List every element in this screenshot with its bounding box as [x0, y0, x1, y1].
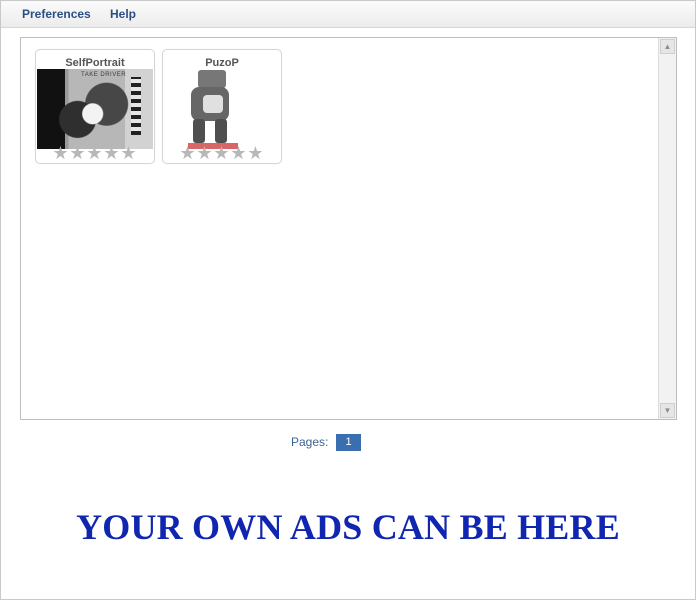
gallery-item-title: SelfPortrait: [65, 57, 125, 69]
image-text: TAKE DRIVER: [81, 72, 127, 78]
page-button[interactable]: 1: [336, 434, 361, 451]
robot-head: [198, 70, 226, 88]
robot-leg: [193, 119, 205, 143]
vertical-scrollbar[interactable]: ▲ ▼: [658, 38, 676, 419]
gallery-viewer: SelfPortrait TAKE DRIVER ★★★★★ PuzoP ★★★…: [20, 37, 677, 420]
star-icon[interactable]: ★: [179, 144, 196, 162]
menu-help[interactable]: Help: [110, 7, 136, 21]
scroll-down-icon[interactable]: ▼: [660, 403, 675, 418]
star-icon[interactable]: ★: [69, 144, 86, 162]
ad-banner: YOUR OWN ADS CAN BE HERE: [76, 507, 620, 547]
gallery-item[interactable]: SelfPortrait TAKE DRIVER ★★★★★: [35, 49, 155, 164]
gallery-item-title: PuzoP: [205, 57, 239, 69]
star-icon[interactable]: ★: [213, 144, 230, 162]
rating-stars[interactable]: ★★★★★: [179, 144, 264, 162]
rating-stars[interactable]: ★★★★★: [52, 144, 137, 162]
star-icon[interactable]: ★: [247, 144, 264, 162]
app-frame: Preferences Help SelfPortrait TAKE DRIVE…: [0, 0, 696, 600]
star-icon[interactable]: ★: [230, 144, 247, 162]
pagination-label: Pages:: [291, 435, 329, 449]
gallery-item-image[interactable]: [164, 69, 280, 149]
robot-leg: [215, 119, 227, 143]
star-icon[interactable]: ★: [86, 144, 103, 162]
star-icon[interactable]: ★: [196, 144, 213, 162]
star-icon[interactable]: ★: [103, 144, 120, 162]
menu-preferences[interactable]: Preferences: [22, 7, 91, 21]
star-icon[interactable]: ★: [52, 144, 69, 162]
gallery-item[interactable]: PuzoP ★★★★★: [162, 49, 282, 164]
scroll-up-icon[interactable]: ▲: [660, 39, 675, 54]
star-icon[interactable]: ★: [120, 144, 137, 162]
gallery-item-image[interactable]: TAKE DRIVER: [37, 69, 153, 149]
robot-belly: [203, 95, 223, 113]
menu-bar: Preferences Help: [1, 1, 695, 28]
